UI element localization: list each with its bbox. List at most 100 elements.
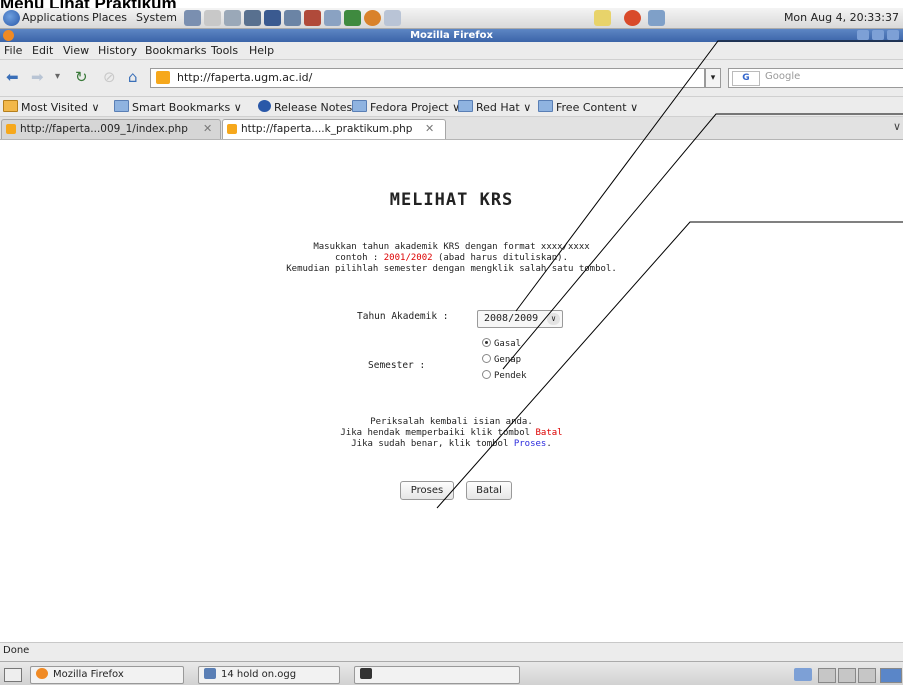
- update-notifier-icon[interactable]: [624, 10, 641, 26]
- window-titlebar[interactable]: Mozilla Firefox: [0, 29, 903, 42]
- chevron-down-icon: ∨: [547, 313, 560, 325]
- notes-applet-icon[interactable]: [594, 10, 611, 26]
- bookmark-red-hat[interactable]: Red Hat ∨: [458, 100, 531, 114]
- tab-lihat-praktikum[interactable]: http://faperta....k_praktikum.php ✕: [222, 119, 446, 139]
- example-year: 2001/2002: [383, 253, 433, 263]
- bookmark-fedora-project[interactable]: Fedora Project ∨: [352, 100, 460, 114]
- launcher-icon[interactable]: [384, 10, 401, 26]
- taskbar-terminal[interactable]: [354, 666, 520, 684]
- launcher-icon[interactable]: [344, 10, 361, 26]
- clock[interactable]: Mon Aug 4, 20:33:37: [784, 11, 899, 24]
- close-tab-icon[interactable]: ✕: [425, 122, 434, 135]
- batal-button[interactable]: Batal: [466, 481, 512, 500]
- bookmark-free-content[interactable]: Free Content ∨: [538, 100, 638, 114]
- tahun-akademik-label: Tahun Akademik :: [357, 311, 449, 322]
- navigation-toolbar: ⬅ ➡ ▾ ↻ ⊘ ⌂ http://faperta.ugm.ac.id/ ▾ …: [0, 60, 903, 97]
- file-icon: [204, 668, 216, 679]
- system-menu[interactable]: System: [136, 11, 177, 24]
- folder-icon: [538, 100, 553, 112]
- workspace-3[interactable]: [838, 668, 856, 683]
- menu-tools[interactable]: Tools: [211, 44, 238, 57]
- url-bar[interactable]: http://faperta.ugm.ac.id/: [150, 68, 705, 88]
- workspace-2[interactable]: [818, 668, 836, 683]
- top-panel: Applications Places System Mon Aug 4, 20…: [0, 8, 903, 29]
- folder-icon: [352, 100, 367, 112]
- taskbar-firefox[interactable]: Mozilla Firefox: [30, 666, 184, 684]
- stop-icon[interactable]: ⊘: [103, 69, 116, 85]
- proses-button[interactable]: Proses: [400, 481, 454, 500]
- menu-help[interactable]: Help: [249, 44, 274, 57]
- history-dropdown-icon[interactable]: ▾: [55, 69, 60, 85]
- close-tab-icon[interactable]: ✕: [203, 122, 212, 135]
- review-line-1: Periksalah kembali isian anda.: [370, 417, 533, 427]
- network-icon[interactable]: [648, 10, 665, 26]
- proses-hint: Proses: [513, 439, 547, 449]
- search-engine-icon[interactable]: G: [732, 71, 760, 86]
- launcher-icon[interactable]: [224, 10, 241, 26]
- tab-list-icon[interactable]: ∨: [893, 120, 901, 133]
- url-dropdown-icon[interactable]: ▾: [705, 68, 721, 88]
- workspace-4[interactable]: [858, 668, 876, 683]
- launcher-icon[interactable]: [184, 10, 201, 26]
- review-line-2: Jika hendak memperbaiki klik tombol Bata…: [340, 428, 563, 438]
- forward-icon[interactable]: ➡: [31, 69, 44, 85]
- launcher-icon[interactable]: [204, 10, 221, 26]
- menubar: File Edit View History Bookmarks Tools H…: [0, 42, 903, 60]
- taskbar-audio-file[interactable]: 14 hold on.ogg: [198, 666, 340, 684]
- search-bar[interactable]: G Google: [728, 68, 903, 88]
- menu-bookmarks[interactable]: Bookmarks: [145, 44, 206, 57]
- site-favicon-icon: [156, 71, 170, 84]
- instruction-line-1: Masukkan tahun akademik KRS dengan forma…: [313, 242, 590, 252]
- fedora-icon: [258, 100, 271, 112]
- menu-file[interactable]: File: [4, 44, 22, 57]
- places-menu[interactable]: Places: [92, 11, 127, 24]
- close-icon[interactable]: [887, 30, 899, 40]
- trash-icon[interactable]: [880, 668, 902, 683]
- fedora-logo-icon[interactable]: [3, 10, 20, 26]
- bookmark-release-notes[interactable]: Release Notes: [258, 100, 352, 114]
- maximize-icon[interactable]: [872, 30, 884, 40]
- back-icon[interactable]: ⬅: [6, 69, 19, 85]
- launcher-icon[interactable]: [284, 10, 301, 26]
- launcher-icon[interactable]: [244, 10, 261, 26]
- applications-menu[interactable]: Applications: [22, 11, 89, 24]
- tahun-akademik-select[interactable]: 2008/2009 ∨: [477, 310, 563, 328]
- launcher-icon[interactable]: [264, 10, 281, 26]
- semester-radio-pendek[interactable]: Pendek: [482, 370, 527, 381]
- folder-icon: [3, 100, 18, 112]
- instruction-line-3: Kemudian pilihlah semester dengan mengkl…: [286, 264, 617, 274]
- bookmark-smart-bookmarks[interactable]: Smart Bookmarks ∨: [114, 100, 242, 114]
- radio-icon: [482, 354, 491, 363]
- bookmarks-toolbar: Most Visited ∨ Smart Bookmarks ∨ Release…: [0, 97, 903, 117]
- menu-history[interactable]: History: [98, 44, 137, 57]
- url-text[interactable]: http://faperta.ugm.ac.id/: [177, 71, 312, 84]
- minimize-icon[interactable]: [857, 30, 869, 40]
- instruction-line-2: contoh : 2001/2002 (abad harus dituliska…: [334, 253, 569, 263]
- semester-radio-gasal[interactable]: Gasal: [482, 338, 521, 349]
- site-favicon-icon: [6, 124, 16, 134]
- menu-edit[interactable]: Edit: [32, 44, 53, 57]
- menu-view[interactable]: View: [63, 44, 89, 57]
- folder-icon: [114, 100, 129, 112]
- workspace-switcher-icon[interactable]: [794, 668, 812, 681]
- bookmark-most-visited[interactable]: Most Visited ∨: [3, 100, 100, 114]
- page-content: MELIHAT KRS Masukkan tahun akademik KRS …: [0, 140, 903, 640]
- bottom-panel: Mozilla Firefox 14 hold on.ogg: [0, 661, 903, 685]
- launcher-icon[interactable]: [324, 10, 341, 26]
- site-favicon-icon: [227, 124, 237, 134]
- show-desktop-icon[interactable]: [4, 668, 22, 682]
- tab-index[interactable]: http://faperta...009_1/index.php ✕: [1, 119, 221, 139]
- home-icon[interactable]: ⌂: [128, 69, 138, 85]
- launcher-icon[interactable]: [304, 10, 321, 26]
- radio-selected-icon: [482, 338, 491, 347]
- launcher-icon[interactable]: [364, 10, 381, 26]
- folder-icon: [458, 100, 473, 112]
- tab-strip: http://faperta...009_1/index.php ✕ http:…: [0, 117, 903, 140]
- search-input[interactable]: Google: [765, 71, 800, 82]
- status-text: Done: [3, 645, 30, 656]
- semester-radio-genap[interactable]: Genap: [482, 354, 521, 365]
- reload-icon[interactable]: ↻: [75, 69, 88, 85]
- radio-icon: [482, 370, 491, 379]
- status-bar: Done: [0, 642, 903, 661]
- batal-hint: Batal: [535, 428, 563, 438]
